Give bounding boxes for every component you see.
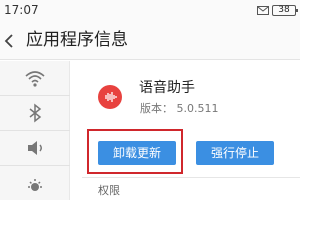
sidebar-item-brightness[interactable] xyxy=(0,166,70,200)
settings-sidebar xyxy=(0,61,70,200)
sound-wave-icon xyxy=(105,92,117,102)
sidebar-item-wifi[interactable] xyxy=(0,61,70,95)
app-version: 版本： 5.0.511 xyxy=(140,102,219,115)
bluetooth-icon xyxy=(29,103,42,123)
battery-icon: 38 xyxy=(272,4,298,16)
brightness-icon xyxy=(28,179,42,191)
status-time: 17:07 xyxy=(4,3,39,17)
section-divider xyxy=(82,177,300,178)
force-stop-button[interactable]: 强行停止 xyxy=(196,141,274,165)
highlight-annotation-box xyxy=(87,129,183,174)
page-title: 应用程序信息 xyxy=(26,30,128,50)
battery-level: 38 xyxy=(278,4,290,15)
wifi-icon xyxy=(25,71,45,87)
volume-icon xyxy=(28,141,42,155)
app-name: 语音助手 xyxy=(139,80,195,96)
mail-icon xyxy=(257,5,269,15)
voice-assistant-app-icon xyxy=(98,85,122,109)
back-icon[interactable] xyxy=(4,34,14,48)
app-info-screen: 17:07 38 应用程序信息 语音助手 版本： 5.0.511 卸载更新 强行… xyxy=(0,0,300,200)
sidebar-item-bluetooth[interactable] xyxy=(0,96,70,130)
status-bar: 17:07 38 xyxy=(0,0,300,20)
sidebar-item-volume[interactable] xyxy=(0,131,70,165)
app-header: 应用程序信息 xyxy=(0,20,300,60)
status-icons: 38 xyxy=(257,3,298,17)
permissions-section-label: 权限 xyxy=(98,184,120,197)
